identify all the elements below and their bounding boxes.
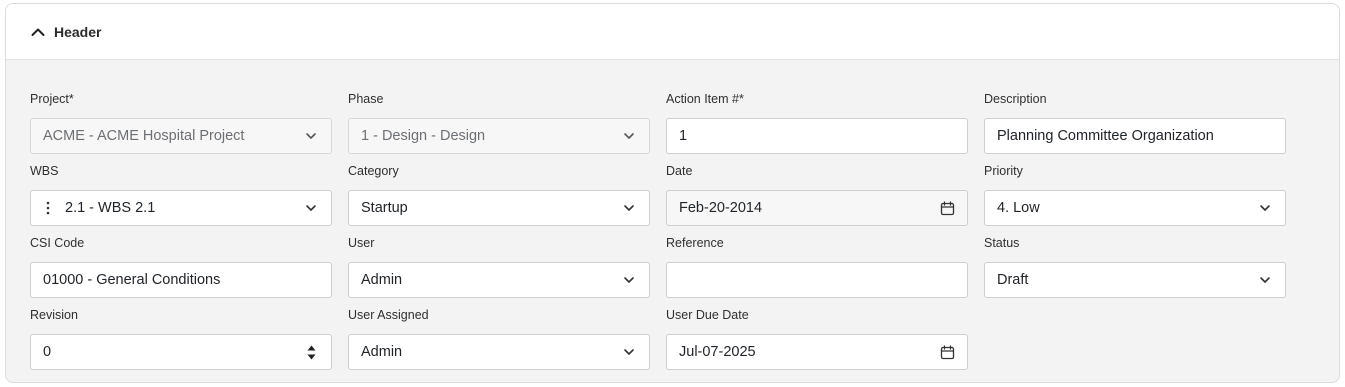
user-due-date-value: Jul-07-2025 <box>679 344 756 360</box>
status-value: Draft <box>997 272 1029 288</box>
phase-select[interactable]: 1 - Design - Design <box>348 118 650 154</box>
action-item-input[interactable]: 1 <box>666 118 968 154</box>
header-panel: Header Project* ACME - ACME Hospital Pro… <box>5 3 1340 383</box>
user-label: User <box>348 236 375 250</box>
category-label: Category <box>348 164 399 178</box>
csi-code-field: CSI Code 01000 - General Conditions <box>30 235 332 298</box>
chevron-down-icon <box>621 200 637 216</box>
status-select[interactable]: Draft <box>984 262 1286 298</box>
category-value: Startup <box>361 200 408 216</box>
reference-field: Reference <box>666 235 968 298</box>
user-due-date-label: User Due Date <box>666 308 749 322</box>
project-select[interactable]: ACME - ACME Hospital Project <box>30 118 332 154</box>
project-value: ACME - ACME Hospital Project <box>43 128 245 144</box>
revision-stepper[interactable]: 0 <box>30 334 332 370</box>
project-label: Project* <box>30 92 74 106</box>
date-label: Date <box>666 164 693 178</box>
chevron-up-icon <box>30 24 46 40</box>
priority-label: Priority <box>984 164 1023 178</box>
reference-label: Reference <box>666 236 724 250</box>
chevron-down-icon <box>621 344 637 360</box>
phase-value: 1 - Design - Design <box>361 128 486 144</box>
wbs-value: 2.1 - WBS 2.1 <box>65 200 156 216</box>
user-due-date-input[interactable]: Jul-07-2025 <box>666 334 968 370</box>
description-input[interactable]: Planning Committee Organization <box>984 118 1286 154</box>
chevron-down-icon <box>621 272 637 288</box>
user-field: User Admin <box>348 235 650 298</box>
calendar-icon[interactable] <box>939 344 955 360</box>
action-item-label: Action Item #* <box>666 92 744 106</box>
decrement-icon[interactable] <box>307 354 316 360</box>
chevron-down-icon <box>621 128 637 144</box>
project-field: Project* ACME - ACME Hospital Project <box>30 91 332 154</box>
calendar-icon[interactable] <box>939 200 955 216</box>
wbs-label: WBS <box>30 164 59 178</box>
status-field: Status Draft <box>984 235 1286 298</box>
priority-value: 4. Low <box>997 200 1040 216</box>
description-field: Description Planning Committee Organizat… <box>984 91 1286 154</box>
description-label: Description <box>984 92 1047 106</box>
chevron-down-icon <box>303 200 319 216</box>
revision-label: Revision <box>30 308 78 322</box>
priority-field: Priority 4. Low <box>984 163 1286 226</box>
chevron-down-icon <box>303 128 319 144</box>
csi-code-value: 01000 - General Conditions <box>43 272 221 288</box>
stepper-arrows[interactable] <box>303 345 319 360</box>
revision-field: Revision 0 <box>30 307 332 370</box>
user-assigned-select[interactable]: Admin <box>348 334 650 370</box>
date-value: Feb-20-2014 <box>679 200 763 216</box>
user-select[interactable]: Admin <box>348 262 650 298</box>
status-label: Status <box>984 236 1020 250</box>
revision-value: 0 <box>43 344 52 360</box>
drag-handle-icon[interactable] <box>43 201 53 215</box>
header-toggle[interactable]: Header <box>6 4 1339 60</box>
date-input[interactable]: Feb-20-2014 <box>666 190 968 226</box>
reference-input[interactable] <box>666 262 968 298</box>
increment-icon[interactable] <box>307 345 316 351</box>
action-item-field: Action Item #* 1 <box>666 91 968 154</box>
wbs-select[interactable]: 2.1 - WBS 2.1 <box>30 190 332 226</box>
user-assigned-value: Admin <box>361 344 403 360</box>
phase-field: Phase 1 - Design - Design <box>348 91 650 154</box>
wbs-field: WBS 2.1 - WBS 2.1 <box>30 163 332 226</box>
priority-select[interactable]: 4. Low <box>984 190 1286 226</box>
csi-code-input[interactable]: 01000 - General Conditions <box>30 262 332 298</box>
panel-title: Header <box>54 23 102 40</box>
chevron-down-icon <box>1257 272 1273 288</box>
csi-code-label: CSI Code <box>30 236 85 250</box>
user-assigned-label: User Assigned <box>348 308 429 322</box>
date-field: Date Feb-20-2014 <box>666 163 968 226</box>
description-value: Planning Committee Organization <box>997 128 1214 144</box>
action-item-value: 1 <box>679 128 688 144</box>
user-value: Admin <box>361 272 403 288</box>
phase-label: Phase <box>348 92 384 106</box>
user-assigned-field: User Assigned Admin <box>348 307 650 370</box>
user-due-date-field: User Due Date Jul-07-2025 <box>666 307 968 370</box>
category-field: Category Startup <box>348 163 650 226</box>
category-select[interactable]: Startup <box>348 190 650 226</box>
chevron-down-icon <box>1257 200 1273 216</box>
